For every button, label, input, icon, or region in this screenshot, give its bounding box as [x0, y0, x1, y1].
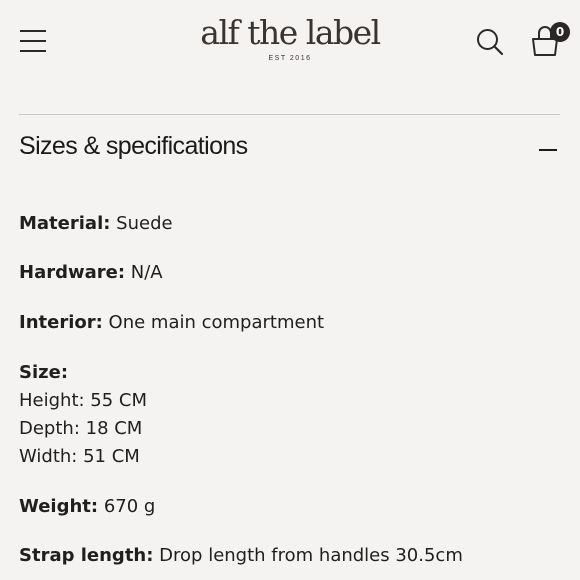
hamburger-menu-icon[interactable]	[20, 28, 48, 54]
site-logo[interactable]: alf the label EST 2016	[190, 12, 390, 62]
section-title: Sizes & specifications	[19, 132, 248, 160]
spec-interior: Interior: One main compartment	[19, 309, 324, 337]
spec-value: One main compartment	[108, 312, 325, 333]
spec-size: Size: Height: 55 CM Depth: 18 CM Width: …	[19, 359, 147, 471]
spec-value: 670 g	[103, 496, 156, 517]
spec-hardware: Hardware: N/A	[19, 259, 163, 287]
spec-label: Strap length:	[19, 545, 154, 566]
sizes-specifications-toggle[interactable]: Sizes & specifications	[19, 130, 560, 170]
logo-text: alf the label	[200, 13, 381, 52]
logo-subtext: EST 2016	[268, 55, 312, 62]
size-height: Height: 55 CM	[19, 390, 148, 411]
size-width: Width: 51 CM	[19, 446, 140, 467]
spec-label: Hardware:	[19, 262, 126, 283]
spec-value: Suede	[116, 213, 173, 234]
spec-label: Material:	[19, 213, 111, 234]
spec-label: Size:	[19, 362, 69, 383]
spec-weight: Weight: 670 g	[19, 493, 155, 521]
spec-material: Material: Suede	[19, 210, 173, 238]
search-icon[interactable]	[476, 28, 504, 56]
cart-count-badge: 0	[550, 22, 570, 42]
spec-strap-length: Strap length: Drop length from handles 3…	[19, 542, 463, 570]
cart-button[interactable]: 0	[530, 22, 570, 58]
minus-icon[interactable]	[539, 149, 557, 151]
spec-label: Weight:	[19, 496, 99, 517]
site-header: alf the label EST 2016 0	[0, 0, 580, 80]
section-divider	[19, 114, 560, 115]
spec-value: Drop length from handles 30.5cm	[159, 545, 463, 566]
size-depth: Depth: 18 CM	[19, 418, 143, 439]
spec-value: N/A	[130, 262, 163, 283]
spec-label: Interior:	[19, 312, 103, 333]
